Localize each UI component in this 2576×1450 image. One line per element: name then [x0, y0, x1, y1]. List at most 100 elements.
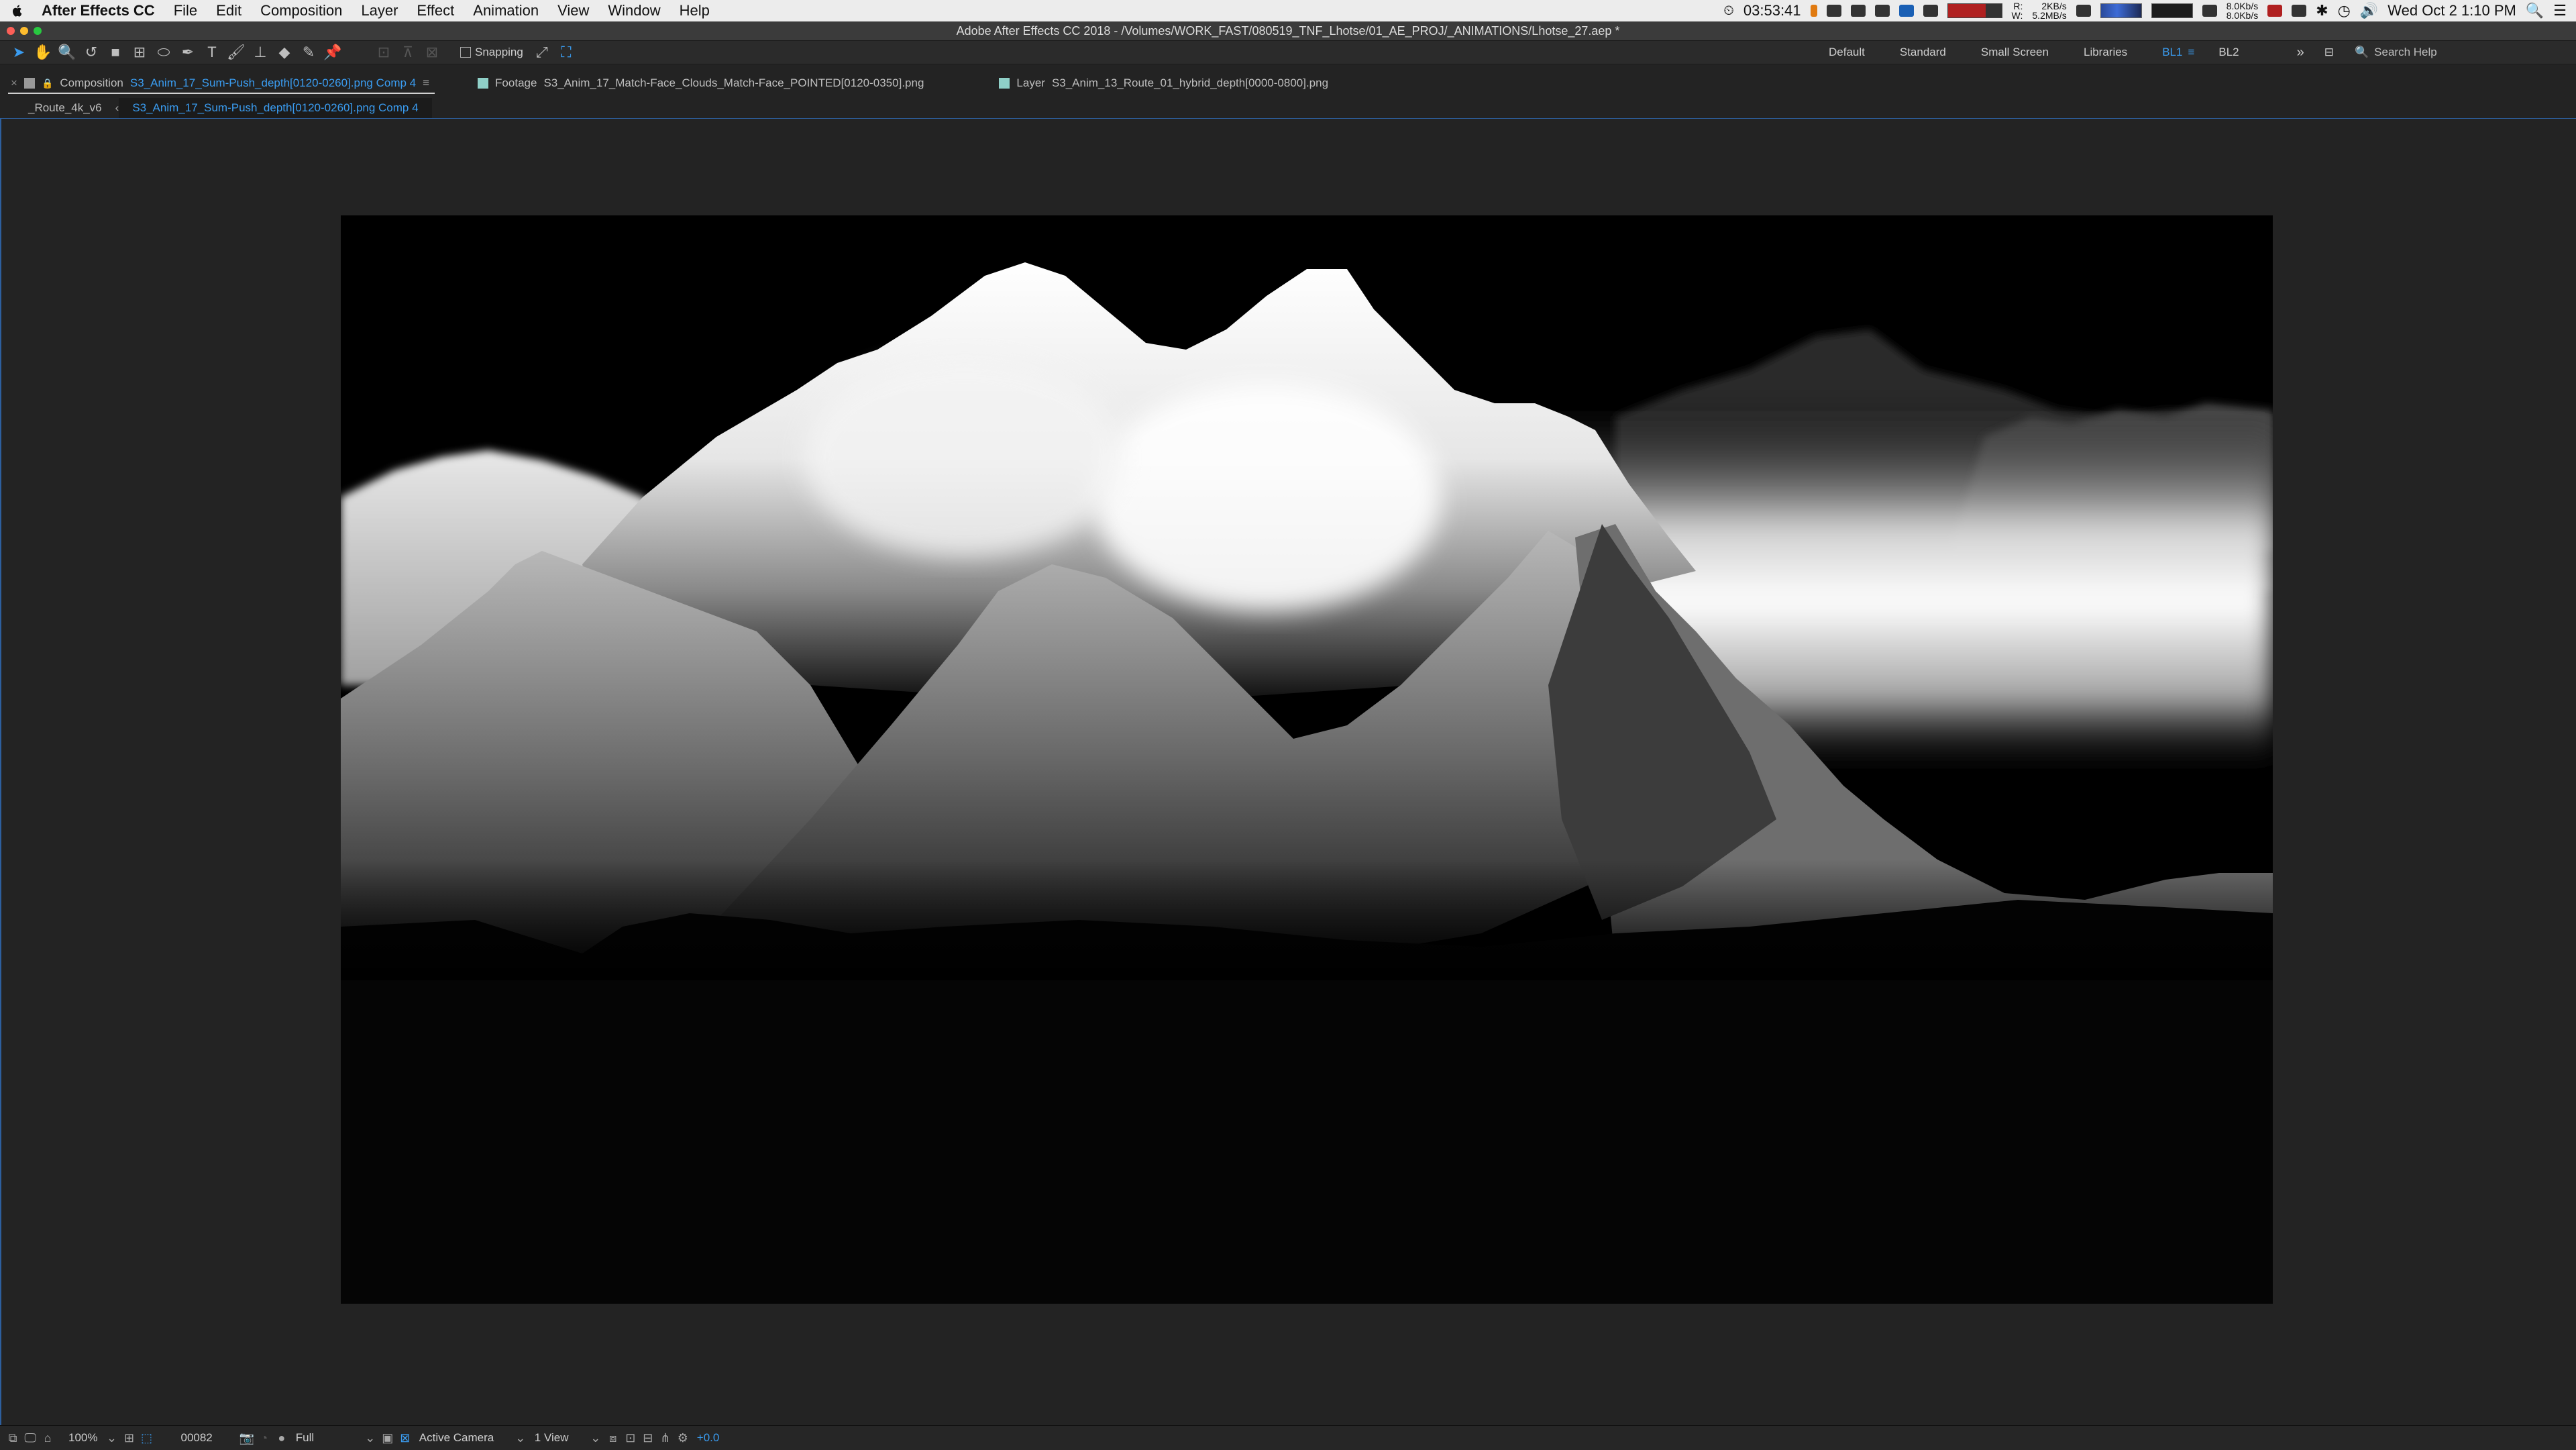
snap-edges-icon[interactable]: ⤢ [530, 42, 554, 62]
battery-icon[interactable] [2267, 5, 2283, 17]
time-machine-icon[interactable]: ◷ [2338, 2, 2351, 19]
active-camera-dropdown[interactable]: Active Camera [414, 1431, 512, 1445]
resolution-dropdown[interactable]: Full [290, 1431, 362, 1445]
hand-tool-icon[interactable]: ✋ [31, 42, 55, 62]
grid-guides-icon[interactable]: ⊞ [120, 1431, 138, 1445]
menu-window[interactable]: Window [598, 0, 669, 21]
menu-composition[interactable]: Composition [251, 0, 352, 21]
eraser-tool-icon[interactable]: ◆ [272, 42, 297, 62]
app-name-menu[interactable]: After Effects CC [35, 0, 164, 21]
show-snapshot-icon[interactable]: ◔ [256, 1431, 273, 1445]
pan-behind-tool-icon[interactable]: ⊞ [127, 42, 152, 62]
selection-tool-icon[interactable]: ➤ [7, 42, 31, 62]
workspace-menu-icon[interactable]: ≡ [2188, 46, 2194, 59]
workspace-small-screen[interactable]: Small Screen [1964, 46, 2066, 59]
apple-menu-icon[interactable] [0, 4, 35, 17]
exposure-value[interactable]: +0.0 [692, 1431, 725, 1445]
workspace-libraries[interactable]: Libraries [2066, 46, 2145, 59]
panel-menu-icon[interactable]: ≡ [423, 76, 429, 90]
dropbox-icon[interactable] [1826, 5, 1841, 17]
snap-points-icon[interactable]: ⛶ [554, 42, 578, 62]
always-preview-icon[interactable]: ⧉ [4, 1431, 21, 1445]
zoom-tool-icon[interactable]: 🔍 [55, 42, 79, 62]
toggle-pixel-aspect-icon[interactable]: ⧈ [604, 1431, 622, 1445]
search-help-field[interactable]: 🔍 Search Help [2355, 42, 2576, 62]
notification-center-icon[interactable]: ☰ [2553, 2, 2567, 19]
minimize-window-button[interactable] [20, 27, 28, 35]
close-window-button[interactable] [7, 27, 15, 35]
memory-icon[interactable] [1923, 5, 1938, 17]
tab-layer[interactable]: Layer S3_Anim_13_Route_01_hybrid_depth[0… [988, 70, 1339, 97]
timer-icon[interactable]: ⏲ [1723, 3, 1734, 19]
channel-color-icon[interactable]: ● [273, 1431, 290, 1445]
flowchart-icon[interactable]: ⋔ [657, 1431, 674, 1445]
tab-footage[interactable]: Footage S3_Anim_17_Match-Face_Clouds_Mat… [467, 70, 934, 97]
adobe-icon[interactable] [2292, 5, 2307, 17]
axis-view-icon[interactable]: ⊠ [420, 42, 444, 62]
view-layout-dropdown[interactable]: 1 View [529, 1431, 587, 1445]
drive-icon[interactable] [1874, 5, 1890, 17]
snapping-checkbox[interactable] [460, 47, 471, 58]
view-layout-chevron-icon[interactable]: ⌄ [587, 1431, 604, 1445]
transparency-grid-icon[interactable]: ⊠ [396, 1431, 414, 1445]
workspace-default[interactable]: Default [1811, 46, 1882, 59]
lock-icon[interactable]: 🔒 [42, 78, 53, 89]
menu-view[interactable]: View [548, 0, 598, 21]
composition-frame[interactable] [341, 215, 2273, 1304]
fast-previews-icon[interactable]: ⊡ [622, 1431, 639, 1445]
current-time-display[interactable]: 00082 [175, 1431, 217, 1445]
axis-world-icon[interactable]: ⊼ [396, 42, 420, 62]
sync-icon[interactable] [1898, 5, 1914, 17]
resolution-chevron-icon[interactable]: ⌄ [362, 1431, 379, 1445]
monitor-icon[interactable]: 🖵 [21, 1431, 39, 1445]
bluetooth-icon[interactable]: ✱ [2316, 2, 2328, 19]
tab-composition[interactable]: × 🔒 Composition S3_Anim_17_Sum-Push_dept… [0, 70, 440, 97]
composition-viewer[interactable] [0, 118, 2576, 1425]
disk-activity-icon[interactable] [2076, 5, 2091, 17]
workspace-standard[interactable]: Standard [1882, 46, 1964, 59]
menu-file[interactable]: File [164, 0, 207, 21]
snapping-toggle[interactable]: Snapping [460, 46, 523, 59]
menu-edit[interactable]: Edit [207, 0, 251, 21]
timeline-icon[interactable]: ⊟ [639, 1431, 657, 1445]
region-of-interest-icon[interactable]: ▣ [379, 1431, 396, 1445]
brush-tool-icon[interactable]: 🖌 [224, 42, 248, 62]
breadcrumb-current-comp[interactable]: S3_Anim_17_Sum-Push_depth[0120-0260].png… [119, 98, 432, 118]
menu-animation[interactable]: Animation [464, 0, 548, 21]
creative-cloud-icon[interactable] [1850, 5, 1866, 17]
magnification-chevron-icon[interactable]: ⌄ [103, 1431, 120, 1445]
breadcrumb-parent-comp[interactable]: _Route_4k_v6 [0, 98, 115, 118]
vr-preview-icon[interactable]: ⌂ [39, 1431, 56, 1445]
viewer-panel-tabs: × 🔒 Composition S3_Anim_17_Sum-Push_dept… [0, 70, 2576, 97]
workspace-bl2[interactable]: BL2 [2201, 46, 2256, 59]
puppet-tool-icon[interactable]: 📌 [321, 42, 345, 62]
network-graph-icon[interactable] [2100, 3, 2142, 18]
snapshot-camera-icon[interactable]: 📷 [238, 1431, 256, 1445]
spotlight-search-icon[interactable]: 🔍 [2526, 2, 2544, 19]
menu-layer[interactable]: Layer [352, 0, 407, 21]
camera-tool-icon[interactable]: ■ [103, 42, 127, 62]
workspace-panel-icon[interactable]: ⊟ [2324, 46, 2334, 59]
rotation-tool-icon[interactable]: ↺ [79, 42, 103, 62]
magnification-dropdown[interactable]: 100% [63, 1431, 103, 1445]
pen-tool-icon[interactable]: ✒ [176, 42, 200, 62]
camera-chevron-icon[interactable]: ⌄ [512, 1431, 529, 1445]
gpu-graph-icon[interactable] [2151, 3, 2193, 18]
datetime-clock[interactable]: Wed Oct 2 1:10 PM [2387, 2, 2516, 19]
sensors-icon[interactable] [2202, 5, 2217, 17]
menu-help[interactable]: Help [670, 0, 719, 21]
type-tool-icon[interactable]: T [200, 42, 224, 62]
cpu-graph-icon[interactable] [1947, 3, 2002, 18]
volume-icon[interactable]: 🔊 [2360, 2, 2378, 19]
roto-brush-tool-icon[interactable]: ✎ [297, 42, 321, 62]
workspace-overflow-icon[interactable]: » [2297, 45, 2304, 60]
close-tab-icon[interactable]: × [11, 76, 17, 90]
menu-effect[interactable]: Effect [407, 0, 464, 21]
ellipse-tool-icon[interactable]: ⬭ [152, 42, 176, 62]
clone-stamp-tool-icon[interactable]: ⊥ [248, 42, 272, 62]
axis-local-icon[interactable]: ⊡ [372, 42, 396, 62]
mask-visibility-icon[interactable]: ⬚ [138, 1431, 155, 1445]
flag-icon[interactable] [1810, 5, 1817, 17]
zoom-window-button[interactable] [34, 27, 42, 35]
exposure-reset-icon[interactable]: ⚙ [674, 1431, 692, 1445]
